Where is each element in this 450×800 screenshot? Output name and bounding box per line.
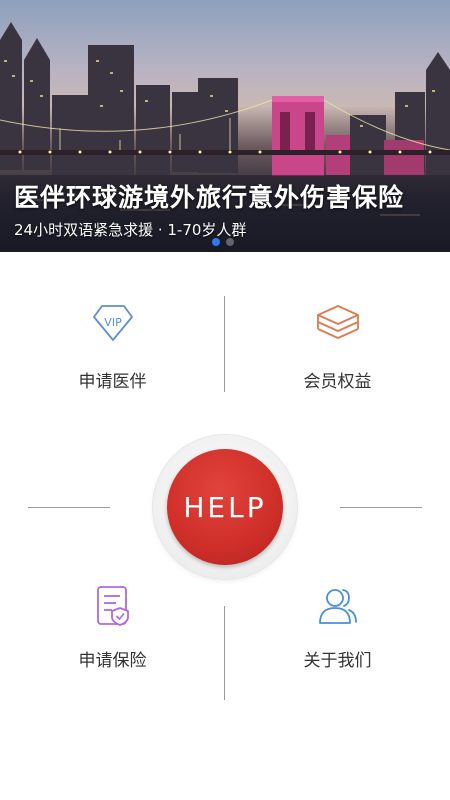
banner-title: 医伴环球游境外旅行意外伤害保险 <box>14 183 405 212</box>
about-us-label: 关于我们 <box>303 651 372 671</box>
member-benefits-label: 会员权益 <box>303 372 372 392</box>
divider-horizontal-left <box>28 507 110 508</box>
apply-insurance-button[interactable]: 申请保险 <box>0 578 225 708</box>
about-us-button[interactable]: 关于我们 <box>225 578 450 708</box>
help-button-label: HELP <box>183 490 267 524</box>
banner-carousel[interactable]: 医伴环球游境外旅行意外伤害保险 24小时双语紧急求援 · 1-70岁人群 <box>0 0 450 252</box>
apply-companion-button[interactable]: VIP 申请医伴 <box>0 295 225 425</box>
carousel-dot[interactable] <box>226 238 234 246</box>
insurance-document-icon <box>92 584 134 632</box>
city-skyline-image <box>0 22 450 252</box>
carousel-dot-active[interactable] <box>212 238 220 246</box>
member-benefits-button[interactable]: 会员权益 <box>225 295 450 425</box>
apply-insurance-label: 申请保险 <box>78 651 147 671</box>
carousel-indicator <box>212 238 234 246</box>
vip-diamond-icon: VIP <box>90 303 136 347</box>
apply-companion-label: 申请医伴 <box>78 372 147 392</box>
divider-horizontal-right <box>340 507 422 508</box>
help-button-core[interactable]: HELP <box>167 449 283 565</box>
help-emergency-button[interactable]: HELP <box>153 435 297 579</box>
banner-subtitle: 24小时双语紧急求援 · 1-70岁人群 <box>14 221 247 239</box>
svg-text:VIP: VIP <box>104 316 122 329</box>
users-icon <box>316 584 360 632</box>
layers-icon <box>315 303 361 349</box>
